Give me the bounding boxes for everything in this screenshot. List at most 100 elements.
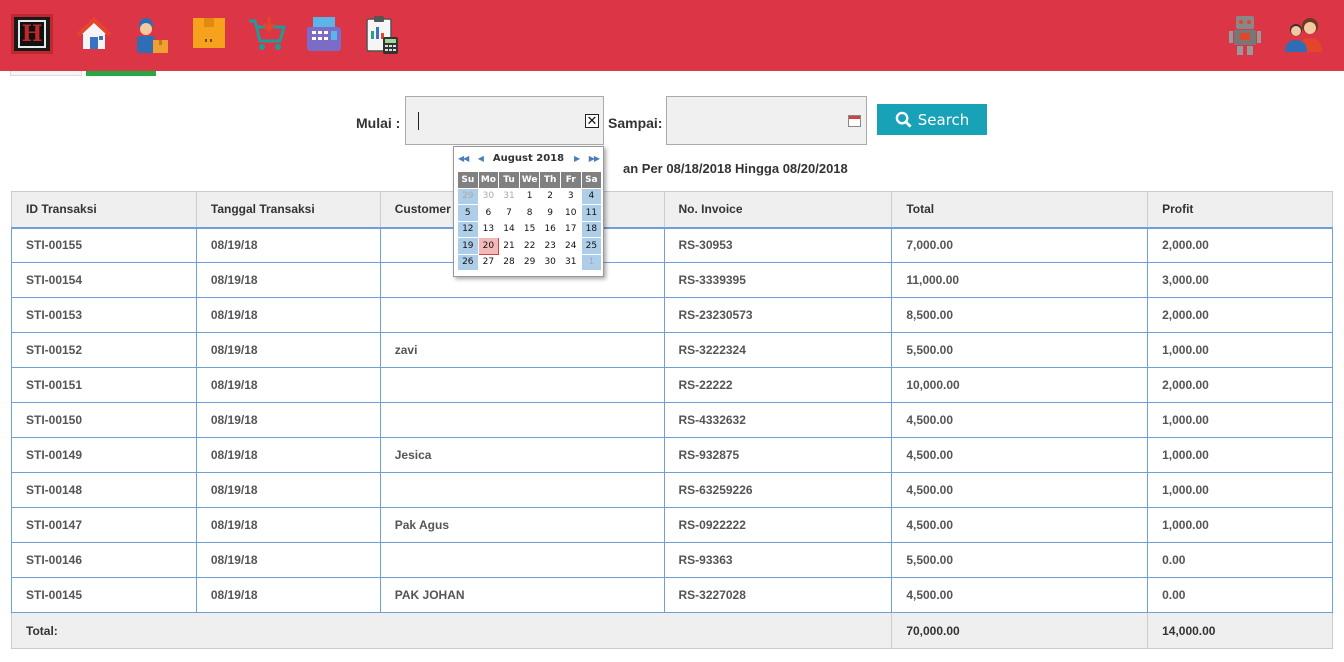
cell-date: 08/19/18 [195, 542, 381, 578]
calendar-day[interactable]: 3 [559, 187, 582, 205]
cell-customer: zavi [379, 332, 665, 368]
calendar-day[interactable]: 26 [457, 253, 479, 271]
cell-total: 4,500.00 [891, 507, 1149, 543]
calendar-day[interactable]: 25 [580, 237, 603, 255]
table-row[interactable]: STI-00155 08/19/18 RS-30953 7,000.00 2,000.0… [11, 227, 1333, 263]
cell-invoice: RS-0922222 [663, 507, 893, 543]
cash-register-icon[interactable] [305, 15, 343, 53]
table-header-row: ID Transaksi Tanggal Transaksi Customer … [11, 191, 1333, 229]
hidden-green-button-stub[interactable] [86, 71, 156, 76]
calendar-day[interactable]: 7 [498, 204, 520, 222]
cell-total: 7,000.00 [891, 227, 1149, 263]
calendar-day[interactable]: 18 [580, 220, 603, 238]
clear-date-icon[interactable]: ✕ [585, 114, 599, 128]
calendar-day[interactable]: 10 [559, 204, 582, 222]
search-button-label: Search [917, 110, 970, 129]
calendar-day[interactable]: 31 [498, 187, 520, 205]
mulai-date-input[interactable]: ✕ [405, 96, 604, 145]
calendar-day[interactable]: 12 [457, 220, 479, 238]
cell-total: 11,000.00 [891, 262, 1149, 298]
calendar-day[interactable]: 28 [498, 253, 520, 271]
calendar-day[interactable]: 2 [539, 187, 561, 205]
table-row[interactable]: STI-00153 08/19/18 RS-23230573 8,500.00 2,00… [11, 297, 1333, 333]
col-header-profit[interactable]: Profit [1147, 191, 1333, 229]
calendar-day[interactable]: 30 [539, 253, 561, 271]
prev-year-icon[interactable]: ◀◀ [458, 154, 469, 163]
cell-total: 4,500.00 [891, 402, 1149, 438]
calendar-day[interactable]: 27 [477, 253, 500, 271]
sampai-date-input[interactable] [666, 96, 867, 145]
box-icon[interactable] [191, 15, 229, 53]
app-logo[interactable]: H [11, 14, 53, 54]
calendar-day[interactable]: 14 [498, 220, 520, 238]
calendar-day[interactable]: 29 [518, 253, 541, 271]
calendar-day[interactable]: 17 [559, 220, 582, 238]
cell-invoice: RS-3339395 [663, 262, 893, 298]
calendar-day[interactable]: 22 [518, 237, 541, 255]
calendar-week-row: 5 6 7 8 9 10 11 [457, 204, 603, 222]
cell-profit: 0.00 [1147, 577, 1333, 613]
calendar-day[interactable]: 11 [580, 204, 603, 222]
home-icon[interactable] [75, 15, 113, 53]
cell-customer [379, 542, 665, 578]
table-row[interactable]: STI-00150 08/19/18 RS-4332632 4,500.00 1,000… [11, 402, 1333, 438]
weekday-label: Tu [498, 171, 520, 189]
calendar-day[interactable]: 16 [539, 220, 561, 238]
calendar-day[interactable]: 13 [477, 220, 500, 238]
calendar-day[interactable]: 8 [518, 204, 541, 222]
calendar-day[interactable]: 1 [518, 187, 541, 205]
col-header-date[interactable]: Tanggal Transaksi [195, 191, 381, 229]
calendar-day[interactable]: 19 [457, 237, 479, 255]
cell-id: STI-00149 [11, 437, 197, 473]
table-row[interactable]: STI-00148 08/19/18 RS-63259226 4,500.00 1,00… [11, 472, 1333, 508]
cell-date: 08/19/18 [195, 297, 381, 333]
table-row[interactable]: STI-00145 08/19/18 PAK JOHAN RS-3227028 4,50… [11, 577, 1333, 613]
table-row[interactable]: STI-00149 08/19/18 Jesica RS-932875 4,500.00… [11, 437, 1333, 473]
cell-date: 08/19/18 [195, 402, 381, 438]
cell-profit: 2,000.00 [1147, 367, 1333, 403]
weekday-label: We [518, 171, 541, 189]
table-footer-row: Total: 70,000.00 14,000.00 [10, 612, 1333, 649]
next-month-icon[interactable]: ▶ [574, 154, 580, 163]
table-row[interactable]: STI-00154 08/19/18 RS-3339395 11,000.00 3,00… [11, 262, 1333, 298]
calendar-day[interactable]: 31 [559, 253, 582, 271]
calendar-day[interactable]: 20 [477, 237, 500, 255]
cell-invoice: RS-22222 [663, 367, 893, 403]
calendar-day[interactable]: 6 [477, 204, 500, 222]
search-button[interactable]: Search [877, 104, 987, 135]
prev-month-icon[interactable]: ◀ [478, 154, 484, 163]
calendar-day[interactable]: 23 [539, 237, 561, 255]
col-header-total[interactable]: Total [891, 191, 1149, 229]
calendar-day[interactable]: 1 [580, 253, 603, 271]
cart-icon[interactable] [247, 15, 286, 53]
cell-profit: 1,000.00 [1147, 507, 1333, 543]
robot-icon[interactable] [1226, 14, 1264, 55]
calendar-icon[interactable] [848, 115, 861, 127]
cell-id: STI-00147 [11, 507, 197, 543]
calendar-day[interactable]: 15 [518, 220, 541, 238]
calendar-day[interactable]: 24 [559, 237, 582, 255]
table-row[interactable]: STI-00151 08/19/18 RS-22222 10,000.00 2,000.… [11, 367, 1333, 403]
table-row[interactable]: STI-00146 08/19/18 RS-93363 5,500.00 0.00 [11, 542, 1333, 578]
users-icon[interactable] [1284, 14, 1322, 54]
cell-profit: 1,000.00 [1147, 402, 1333, 438]
hidden-button-stub[interactable] [10, 71, 82, 76]
table-row[interactable]: STI-00147 08/19/18 Pak Agus RS-0922222 4,500… [11, 507, 1333, 543]
col-header-id[interactable]: ID Transaksi [11, 191, 197, 229]
cell-date: 08/19/18 [195, 437, 381, 473]
calendar-day[interactable]: 21 [498, 237, 520, 255]
next-nav: ▶ ▶▶ [574, 153, 600, 164]
cell-date: 08/19/18 [195, 577, 381, 613]
next-year-icon[interactable]: ▶▶ [589, 154, 600, 163]
report-clipboard-icon[interactable] [364, 15, 402, 54]
col-header-invoice[interactable]: No. Invoice [663, 191, 893, 229]
calendar-day[interactable]: 9 [539, 204, 561, 222]
calendar-day[interactable]: 29 [457, 187, 479, 205]
calendar-day[interactable]: 30 [477, 187, 500, 205]
calendar-day[interactable]: 4 [580, 187, 603, 205]
table-row[interactable]: STI-00152 08/19/18 zavi RS-3222324 5,500.00 1… [11, 332, 1333, 368]
cell-total: 5,500.00 [891, 542, 1149, 578]
calendar-day[interactable]: 5 [457, 204, 479, 222]
supplier-icon[interactable] [131, 15, 169, 53]
cell-date: 08/19/18 [195, 507, 381, 543]
